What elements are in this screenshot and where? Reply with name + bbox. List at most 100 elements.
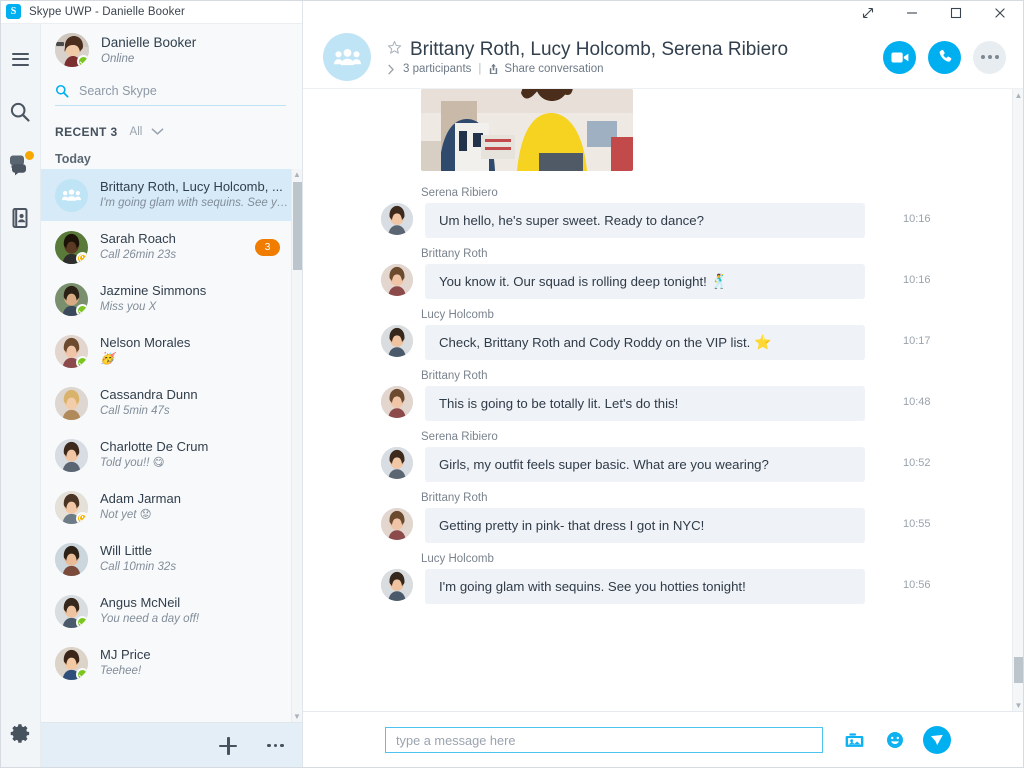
presence-indicator [76,667,88,680]
minimize-icon[interactable] [890,0,934,26]
participants-count: 3 participants [403,63,472,75]
scroll-up-arrow[interactable]: ▲ [292,169,302,180]
message-timestamp: 10:17 [903,335,931,347]
avatar [55,282,88,316]
emoji-button[interactable] [886,731,904,749]
message-bubble[interactable]: Check, Brittany Roth and Cody Roddy on t… [425,325,865,360]
message-author: Brittany Roth [421,248,488,260]
scroll-down-arrow[interactable]: ▼ [1013,699,1024,711]
message-bubble[interactable]: Um hello, he's super sweet. Ready to dan… [425,203,865,238]
conversation-preview: Call 10min 32s [100,561,177,573]
conversation-list-item[interactable]: Cassandra Dunn Call 5min 47s [41,377,302,429]
conversation-list-item[interactable]: Will Little Call 10min 32s [41,533,302,585]
conversation-name: Cassandra Dunn [100,387,198,402]
navigation-rail [0,24,41,768]
skype-window: S Skype UWP - Danielle Booker Danielle B… [0,0,1024,768]
message-bubble[interactable]: Girls, my outfit feels super basic. What… [425,447,865,482]
avatar [55,386,88,420]
scroll-down-arrow[interactable]: ▼ [292,711,302,722]
new-conversation-button[interactable] [219,736,238,755]
conversation-list-item[interactable]: Adam Jarman Not yet 😟 [41,481,302,533]
conversation-list-item[interactable]: Sarah Roach Call 26min 23s 3 [41,221,302,273]
conversation-preview: I'm going glam with sequins. See you ... [100,197,294,209]
presence-indicator [76,615,88,628]
message-emoji: ⭐ [753,334,772,350]
avatar [381,386,413,418]
presence-indicator [76,355,88,368]
avatar [55,334,88,368]
contacts-icon[interactable] [3,197,37,239]
avatar [381,264,413,296]
conversation-preview: 🥳 [100,353,115,365]
message-bubble[interactable]: You know it. Our squad is rolling deep t… [425,264,865,299]
send-button[interactable] [923,726,951,754]
message-text: Girls, my outfit feels super basic. What… [439,457,769,472]
group-avatar-icon [55,178,88,212]
avatar [55,438,88,472]
message-bubble[interactable]: This is going to be totally lit. Let's d… [425,386,865,421]
conversation-list-item[interactable]: Jazmine Simmons Miss you X [41,273,302,325]
avatar [381,203,413,235]
chat-icon[interactable] [3,144,37,186]
smiley-icon [887,732,903,748]
recent-label: RECENT 3 [55,125,118,139]
my-display-name: Danielle Booker [101,34,197,50]
chat-scrollbar[interactable]: ▲ ▼ [1012,89,1024,711]
message-timestamp: 10:56 [903,579,931,591]
chat-more-options-button[interactable] [973,40,1006,74]
message-timestamp: 10:52 [903,457,931,469]
message-scroll-region: Serena Ribiero Um hello, he's super sweet… [303,88,1024,711]
audio-call-button[interactable] [928,40,961,74]
presence-indicator [76,303,88,316]
search-box[interactable] [55,83,286,106]
message: Lucy Holcomb Check, Brittany Roth and Cod… [303,303,1012,364]
gear-icon[interactable] [3,712,37,754]
left-scrollbar-thumb[interactable] [293,182,302,270]
conversation-name: Angus McNeil [100,595,181,610]
my-profile[interactable]: Danielle Booker Online [41,24,302,73]
conversation-list-item[interactable]: Charlotte De Crum Told you!! 😋 [41,429,302,481]
conversation-preview: Miss you X [100,301,157,313]
conversation-name: Nelson Morales [100,335,191,350]
conversation-name: Adam Jarman [100,491,181,506]
photo-attachment[interactable] [421,89,633,171]
conversation-name: Jazmine Simmons [100,283,207,298]
chat-scrollbar-thumb[interactable] [1014,657,1024,683]
avatar [55,542,88,576]
conversation-column: Danielle Booker Online RECENT 3 All Toda… [41,24,302,768]
phone-icon [939,49,951,62]
message-bubble[interactable]: Getting pretty in pink- that dress I got… [425,508,865,543]
page-title: Brittany Roth, Lucy Holcomb, Serena Ribi… [410,39,789,60]
chevron-right-icon[interactable] [387,63,395,75]
conversation-name: Brittany Roth, Lucy Holcomb, ... [100,179,283,194]
menu-icon[interactable] [3,38,37,80]
conversation-name: MJ Price [100,647,151,662]
chevron-down-icon[interactable] [151,123,164,141]
message-text: Check, Brittany Roth and Cody Roddy on t… [439,335,751,350]
search-icon[interactable] [3,91,37,133]
conversation-list-item[interactable]: MJ Price Teehee! [41,637,302,689]
message-input-box[interactable] [385,727,823,753]
restore-icon[interactable] [846,0,890,26]
separator: | [478,63,482,75]
conversation-preview: Teehee! [100,665,142,677]
message-bubble[interactable]: I'm going glam with sequins. See you hot… [425,569,865,604]
message-author: Brittany Roth [421,370,488,382]
maximize-icon[interactable] [934,0,978,26]
share-conversation-button[interactable]: Share conversation [488,63,604,75]
search-input[interactable] [77,83,286,99]
conversation-name: Charlotte De Crum [100,439,209,454]
conversation-list: Brittany Roth, Lucy Holcomb, ... I'm goin… [41,169,302,722]
scroll-up-arrow[interactable]: ▲ [1013,89,1024,101]
conversation-list-item[interactable]: Brittany Roth, Lucy Holcomb, ... I'm goin… [41,169,302,221]
more-options-button[interactable] [267,743,284,748]
left-scrollbar[interactable]: ▲ ▼ [291,169,302,722]
conversation-list-item[interactable]: Nelson Morales 🥳 [41,325,302,377]
filter-all-button[interactable]: All [130,126,143,138]
add-photo-button[interactable] [845,732,864,749]
close-icon[interactable] [978,0,1022,26]
conversation-list-item[interactable]: Angus McNeil You need a day off! [41,585,302,637]
video-call-button[interactable] [883,40,916,74]
star-icon[interactable] [387,40,402,60]
message-input[interactable] [394,731,814,749]
